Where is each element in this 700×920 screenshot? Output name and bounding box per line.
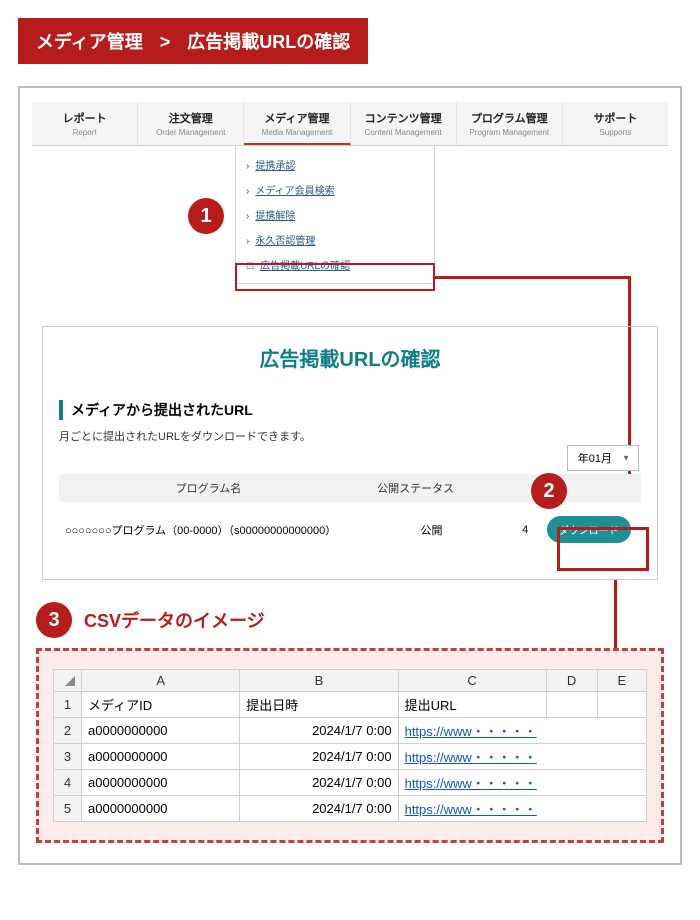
sheet-corner-icon [54,670,82,692]
tab-label-jp: サポート [565,110,666,126]
csv-row: 1 メディアID 提出日時 提出URL [54,692,647,718]
th-status: 公開ステータス [358,480,474,496]
td-status: 公開 [385,522,478,538]
main-panel: 広告掲載URLの確認 メディアから提出されたURL 月ごとに提出されたURLをダ… [42,326,658,580]
section-desc: 月ごとに提出されたURLをダウンロードできます。 [59,428,641,444]
cell [597,692,646,718]
rownum: 3 [54,744,82,770]
dropdown-wrap: 提携承認 メディア会員検索 提携解除 永久否認管理 広告掲載URLの確認 1 [32,146,668,326]
cell-link[interactable]: https://www・・・・・ [398,796,646,822]
cell: 2024/1/7 0:00 [240,796,398,822]
cell: a0000000000 [82,770,240,796]
tab-label-en: Report [34,128,135,137]
col-E: E [597,670,646,692]
cell: 2024/1/7 0:00 [240,770,398,796]
breadcrumb-b: 広告掲載URLの確認 [187,32,350,52]
csv-label: CSVデータのイメージ [84,607,265,633]
tab-label-jp: レポート [34,110,135,126]
tab-label-en: Media Management [246,128,347,137]
arrow-1h [435,276,630,279]
col-D: D [546,670,597,692]
tab-label-jp: コンテンツ管理 [353,110,454,126]
cell-link[interactable]: https://www・・・・・ [398,744,646,770]
td-program: ○○○○○○○プログラム（00-0000）（s00000000000000） [59,522,385,538]
badge-3: 3 [36,602,72,638]
dd-item-cancel[interactable]: 提携解除 [246,202,424,227]
rownum: 1 [54,692,82,718]
col-A: A [82,670,240,692]
cell: a0000000000 [82,796,240,822]
col-C: C [398,670,546,692]
csv-row: 5 a0000000000 2024/1/7 0:00 https://www・… [54,796,647,822]
csv-row: 2 a0000000000 2024/1/7 0:00 https://www・… [54,718,647,744]
cell: 2024/1/7 0:00 [240,744,398,770]
breadcrumb-sep: > [160,32,171,52]
cell-link[interactable]: https://www・・・・・ [398,770,646,796]
tab-content[interactable]: コンテンツ管理 Content Management [351,102,457,145]
td-count: 4 [478,524,536,536]
cell: 2024/1/7 0:00 [240,718,398,744]
cell-link[interactable]: https://www・・・・・ [398,718,646,744]
csv-row: 3 a0000000000 2024/1/7 0:00 https://www・… [54,744,647,770]
csv-row: 4 a0000000000 2024/1/7 0:00 https://www・… [54,770,647,796]
tab-report[interactable]: レポート Report [32,102,138,145]
month-select-value: 年01月 [578,453,612,465]
rownum: 2 [54,718,82,744]
cell: 提出日時 [240,692,398,718]
col-B: B [240,670,398,692]
tab-label-en: Program Management [459,128,560,137]
dd-item-search[interactable]: メディア会員検索 [246,177,424,202]
badge-2: 2 [531,473,567,509]
cell: a0000000000 [82,718,240,744]
csv-frame: A B C D E 1 メディアID 提出日時 提出URL 2 a0000000… [36,648,664,843]
tab-support[interactable]: サポート Supports [563,102,668,145]
tab-label-en: Content Management [353,128,454,137]
outer-frame: レポート Report 注文管理 Order Management メディア管理… [18,86,682,865]
rownum: 4 [54,770,82,796]
cell [546,692,597,718]
dd-item-approve[interactable]: 提携承認 [246,152,424,177]
download-button[interactable]: ダウンロード [547,516,631,543]
tab-media[interactable]: メディア管理 Media Management [244,102,350,145]
tab-label-en: Supports [565,128,666,137]
breadcrumb: メディア管理 > 広告掲載URLの確認 [18,18,368,64]
tab-label-jp: プログラム管理 [459,110,560,126]
page-title: 広告掲載URLの確認 [59,343,641,372]
tab-label-jp: 注文管理 [140,110,241,126]
breadcrumb-a: メディア管理 [36,32,143,52]
dd-item-adurl[interactable]: 広告掲載URLの確認 [246,252,424,277]
media-dropdown: 提携承認 メディア会員検索 提携解除 永久否認管理 広告掲載URLの確認 [235,146,435,284]
section-head: メディアから提出されたURL [59,400,641,420]
csv-block: 3 CSVデータのイメージ A B C D E 1 メディアID 提出日時 提出… [32,602,668,843]
badge-1: 1 [188,198,224,234]
cell: 提出URL [398,692,546,718]
cell: a0000000000 [82,744,240,770]
tab-label-jp: メディア管理 [246,110,347,126]
tab-program[interactable]: プログラム管理 Program Management [457,102,563,145]
csv-sheet: A B C D E 1 メディアID 提出日時 提出URL 2 a0000000… [53,669,647,822]
tab-order[interactable]: 注文管理 Order Management [138,102,244,145]
topnav: レポート Report 注文管理 Order Management メディア管理… [32,102,668,146]
month-select[interactable]: 年01月 [567,445,639,471]
cell: メディアID [82,692,240,718]
rownum: 5 [54,796,82,822]
th-program: プログラム名 [59,480,358,496]
dd-item-deny[interactable]: 永久否認管理 [246,227,424,252]
tab-label-en: Order Management [140,128,241,137]
table-row: ○○○○○○○プログラム（00-0000）（s00000000000000） 公… [59,502,641,557]
